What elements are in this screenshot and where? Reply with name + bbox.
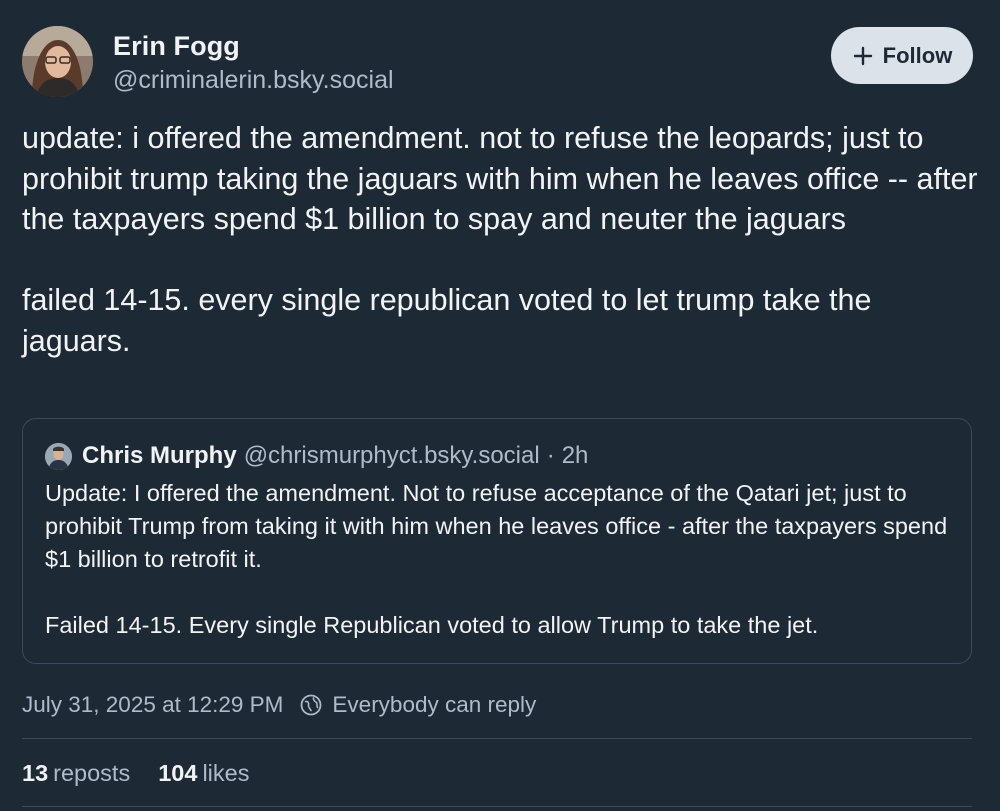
quoted-author-avatar[interactable] — [45, 442, 72, 470]
divider — [22, 806, 972, 807]
post-stats: 13 reposts 104 likes — [22, 756, 277, 790]
quoted-post-text: Update: I offered the amendment. Not to … — [45, 477, 950, 642]
divider — [22, 738, 972, 739]
quoted-avatar-image — [45, 442, 72, 470]
reposts-count: 13 — [22, 759, 49, 786]
follow-button[interactable]: Follow — [831, 27, 973, 84]
post-meta: July 31, 2025 at 12:29 PM Everybody can … — [22, 688, 536, 722]
post-paragraph: failed 14-15. every single republican vo… — [22, 283, 872, 358]
post-paragraph: update: i offered the amendment. not to … — [22, 121, 978, 236]
quoted-post-card[interactable]: Chris Murphy @chrismurphyct.bsky.social … — [22, 418, 972, 664]
reply-setting[interactable]: Everybody can reply — [332, 692, 536, 718]
author-avatar[interactable] — [22, 26, 93, 97]
quoted-author-handle[interactable]: @chrismurphyct.bsky.social — [244, 442, 540, 470]
author-display-name[interactable]: Erin Fogg — [113, 31, 240, 62]
quoted-paragraph: Failed 14-15. Every single Republican vo… — [45, 612, 819, 638]
likes-count-link[interactable]: 104 likes — [158, 760, 249, 787]
quoted-paragraph: Update: I offered the amendment. Not to … — [45, 480, 948, 572]
follow-button-label: Follow — [882, 42, 953, 68]
author-handle[interactable]: @criminalerin.bsky.social — [113, 66, 394, 95]
quoted-post-time: 2h — [561, 442, 589, 469]
globe-icon — [301, 694, 322, 716]
post-thread-item: Erin Fogg @criminalerin.bsky.social Foll… — [0, 0, 1000, 811]
reposts-label: reposts — [53, 759, 131, 786]
likes-count: 104 — [158, 759, 198, 786]
quoted-author-display-name[interactable]: Chris Murphy — [82, 442, 237, 470]
quoted-separator: · — [546, 442, 555, 469]
quoted-post-header: Chris Murphy @chrismurphyct.bsky.social … — [45, 439, 588, 473]
post-text: update: i offered the amendment. not to … — [22, 118, 982, 361]
reposts-count-link[interactable]: 13 reposts — [22, 760, 130, 787]
likes-label: likes — [202, 759, 250, 786]
post-timestamp: July 31, 2025 at 12:29 PM — [22, 692, 284, 717]
plus-icon — [853, 46, 872, 65]
avatar-image — [22, 26, 93, 97]
